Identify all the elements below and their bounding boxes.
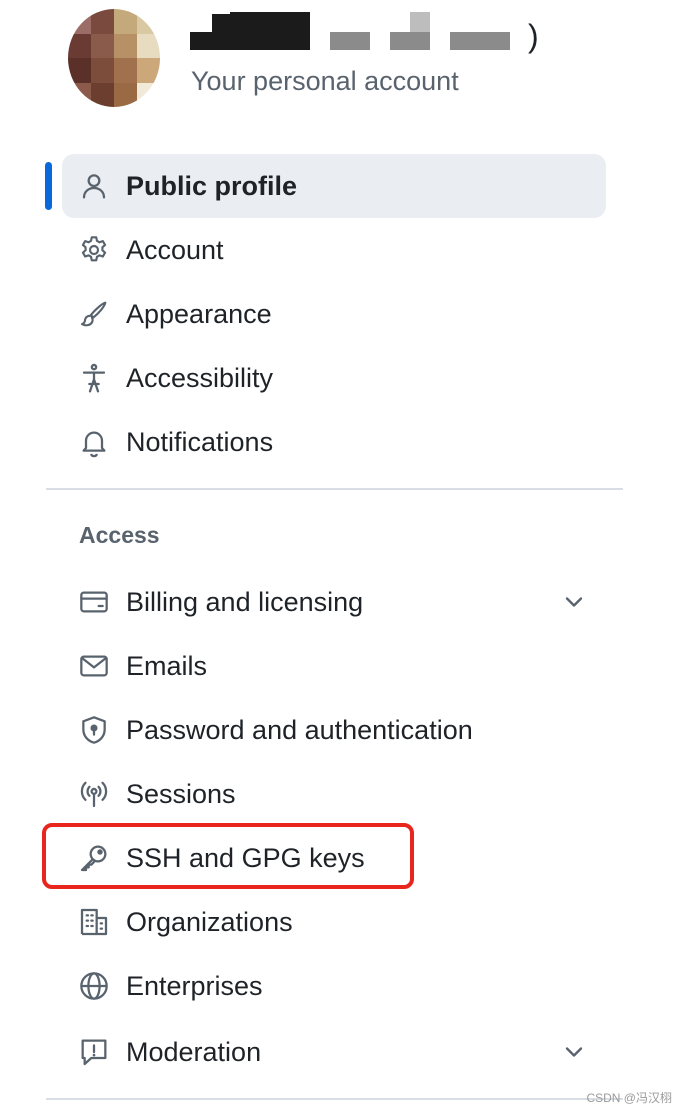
- bell-icon: [77, 425, 111, 459]
- credit-card-icon: [77, 585, 111, 619]
- nav-item-label: Emails: [126, 650, 208, 681]
- avatar[interactable]: [68, 9, 160, 107]
- nav-item-billing[interactable]: Billing and licensing: [62, 570, 606, 634]
- nav-item-label: Appearance: [126, 298, 272, 329]
- nav-item-emails[interactable]: Emails: [62, 634, 606, 698]
- nav-item-sessions[interactable]: Sessions: [62, 762, 606, 826]
- nav-item-label: Public profile: [126, 170, 298, 201]
- chevron-down-icon[interactable]: [560, 1038, 588, 1066]
- nav-item-appearance[interactable]: Appearance: [62, 282, 606, 346]
- nav-item-organizations[interactable]: Organizations: [62, 890, 606, 954]
- nav-divider: [46, 488, 623, 490]
- nav-item-label: Password and authentication: [126, 714, 473, 745]
- account-name-tail: ): [528, 18, 539, 54]
- nav-item-public-profile[interactable]: Public profile: [62, 154, 606, 218]
- nav-divider: [46, 1098, 623, 1100]
- nav-item-label: Organizations: [126, 906, 293, 937]
- broadcast-icon: [77, 777, 111, 811]
- nav-item-account[interactable]: Account: [62, 218, 606, 282]
- nav-item-notifications[interactable]: Notifications: [62, 410, 606, 474]
- accessibility-icon: [77, 361, 111, 395]
- report-icon: [77, 1035, 111, 1069]
- organization-icon: [77, 905, 111, 939]
- gear-icon: [77, 233, 111, 267]
- account-subtitle: Your personal account: [191, 66, 459, 96]
- mail-icon: [77, 649, 111, 683]
- nav-item-moderation[interactable]: Moderation: [62, 1020, 606, 1084]
- section-heading-access: Access: [79, 522, 160, 548]
- nav-item-label: Account: [126, 234, 224, 265]
- nav-item-label: Moderation: [126, 1036, 262, 1067]
- nav-item-label: Notifications: [126, 426, 274, 457]
- person-icon: [77, 169, 111, 203]
- chevron-down-icon[interactable]: [560, 588, 588, 616]
- nav-item-label: Sessions: [126, 778, 236, 809]
- nav-item-label: Billing and licensing: [126, 586, 364, 617]
- watermark: CSDN @冯汉栩: [586, 1091, 672, 1105]
- globe-icon: [77, 969, 111, 1003]
- nav-item-password-authentication[interactable]: Password and authentication: [62, 698, 606, 762]
- shield-lock-icon: [77, 713, 111, 747]
- nav-item-enterprises[interactable]: Enterprises: [62, 954, 606, 1018]
- nav-item-accessibility[interactable]: Accessibility: [62, 346, 606, 410]
- nav-item-label: Enterprises: [126, 970, 263, 1001]
- nav-item-label: Accessibility: [126, 362, 274, 393]
- active-indicator: [45, 162, 52, 210]
- highlight-box: [42, 823, 414, 889]
- paintbrush-icon: [77, 297, 111, 331]
